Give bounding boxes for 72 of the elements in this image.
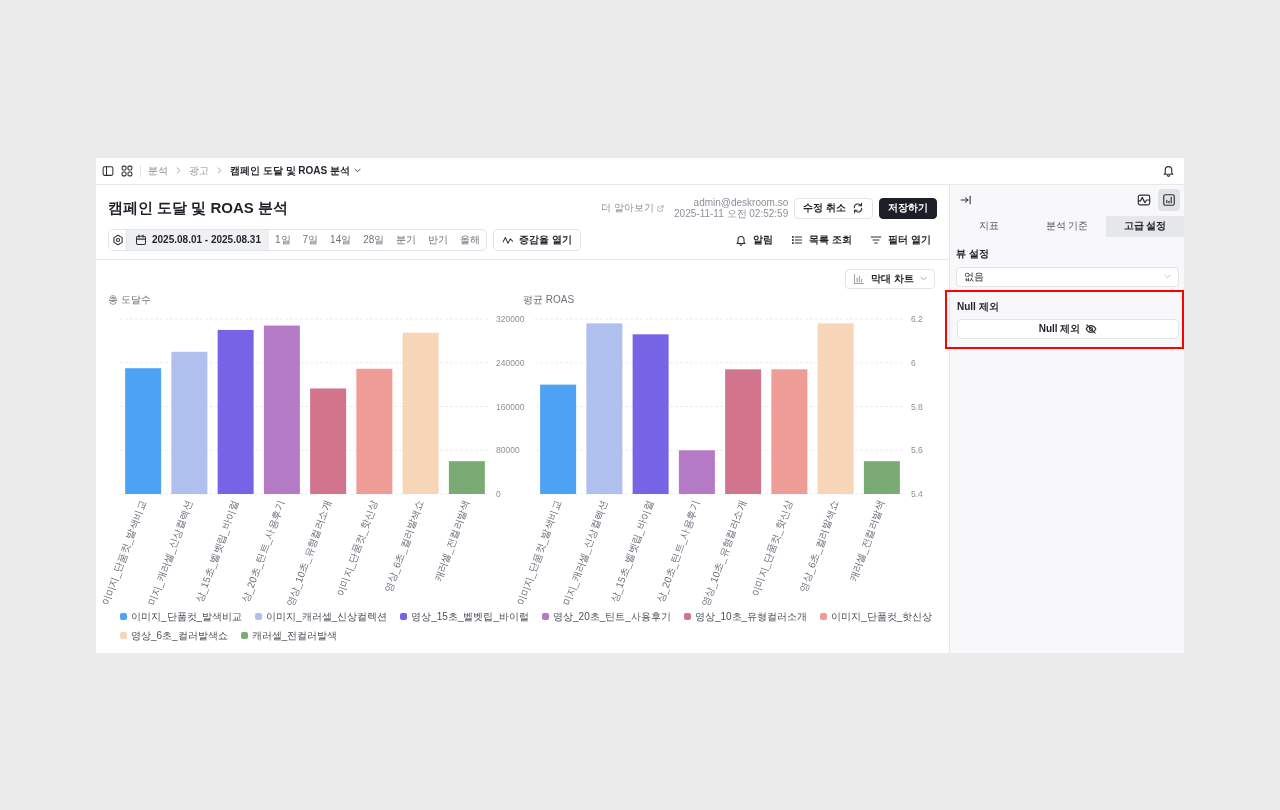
eye-off-icon: [1085, 322, 1098, 335]
axis-tick-label: 80000: [496, 444, 520, 455]
legend-label: 캐러셀_전컬러발색: [251, 628, 338, 643]
axis-tick-label: 0: [496, 488, 501, 499]
collapse-panel-icon[interactable]: [960, 193, 972, 206]
caret-icon: [354, 167, 361, 174]
settings-icon: [111, 233, 124, 246]
period-tab[interactable]: 28일: [357, 229, 391, 250]
settings-button[interactable]: [109, 229, 127, 250]
list-icon: [791, 233, 804, 246]
panel-tab[interactable]: 고급 설정: [1106, 215, 1184, 237]
legend-label: 이미지_캐러셀_신상컬렉션: [266, 609, 388, 624]
legend-label: 영상_15초_벨벳립_바이럴: [411, 609, 530, 624]
axis-tick-label: 6.2: [911, 313, 923, 324]
legend-label: 영상_10초_유형컬러소개: [694, 609, 808, 624]
period-tab[interactable]: 1일: [269, 229, 297, 250]
grid-icon[interactable]: [121, 164, 133, 177]
axis-tick-label: 5.6: [911, 444, 923, 455]
calendar-icon: [135, 233, 147, 246]
list-view-button[interactable]: 목록 조회: [785, 232, 859, 247]
period-tab[interactable]: 분기: [390, 229, 423, 250]
filter-button[interactable]: 필터 열기: [864, 232, 937, 247]
legend-label: 이미지_단품컷_발색비교: [131, 609, 243, 624]
line-chart-icon: [1137, 192, 1151, 207]
page-title: 캠페인 도달 및 ROAS 분석: [108, 198, 288, 218]
chevron-down-icon: [1164, 273, 1171, 280]
breadcrumb-link[interactable]: 광고: [189, 163, 209, 178]
axis-tick-label: 6: [911, 357, 916, 368]
chart-title: 평균 ROAS: [523, 292, 576, 307]
legend-label: 이미지_단품컷_핫신상: [831, 609, 933, 624]
trend-toggle-button[interactable]: 증감율 열기: [493, 228, 582, 251]
chevron-right-icon: [216, 167, 223, 174]
bar: [863, 460, 900, 494]
chart-title: 총 도달수: [108, 292, 152, 307]
alerts-button[interactable]: 알림: [729, 232, 780, 247]
save-button[interactable]: 저장하기: [879, 197, 937, 219]
sidebar-icon[interactable]: [102, 164, 114, 177]
bar-chart-view-button[interactable]: [1158, 188, 1180, 211]
period-tab[interactable]: 14일: [324, 229, 358, 250]
axis-tick-label: 320000: [496, 313, 525, 324]
cancel-edit-button[interactable]: 수정 취소: [794, 197, 873, 219]
chevron-down-icon: [920, 275, 927, 282]
axis-tick-label: 240000: [496, 357, 525, 368]
section-label: Null 제외: [957, 299, 1000, 314]
bar: [448, 460, 485, 494]
breadcrumb-link[interactable]: 캠페인 도달 및 ROAS 분석: [230, 163, 361, 178]
period-tab[interactable]: 7일: [296, 229, 325, 250]
saved-timestamp: 2025-11-11 오전 02:52:59: [674, 208, 789, 220]
bar-chart-icon: [1162, 192, 1176, 207]
chevron-right-icon: [175, 167, 182, 174]
user-email: admin@deskroom.so: [693, 196, 789, 208]
legend-label: 영상_6초_컬러발색쇼: [131, 628, 228, 643]
panel-tab[interactable]: 분석 기준: [1028, 215, 1106, 237]
panel-tab[interactable]: 지표: [950, 215, 1028, 237]
external-link-icon: [657, 204, 665, 212]
view-setting-select[interactable]: 없음: [956, 266, 1179, 287]
bell-icon[interactable]: [1162, 164, 1175, 177]
exclude-null-button[interactable]: Null 제외: [957, 318, 1179, 339]
bar-chart-icon: [853, 272, 866, 285]
period-tab[interactable]: 올해: [454, 229, 487, 250]
axis-tick-label: 5.4: [911, 488, 923, 499]
period-tab[interactable]: 반기: [422, 229, 455, 250]
chart-type-dropdown[interactable]: 막대 차트: [845, 268, 935, 289]
filter-icon: [870, 233, 883, 246]
refresh-icon: [852, 202, 864, 214]
bar: [678, 449, 715, 494]
axis-tick-label: 160000: [496, 401, 525, 411]
axis-tick-label: 5.8: [911, 401, 923, 411]
date-range-button[interactable]: 2025.08.01 - 2025.08.31: [127, 229, 269, 250]
bell-icon: [735, 233, 748, 246]
section-label: 뷰 설정: [956, 246, 990, 261]
legend-label: 영상_20초_틴트_사용후기: [553, 609, 671, 624]
